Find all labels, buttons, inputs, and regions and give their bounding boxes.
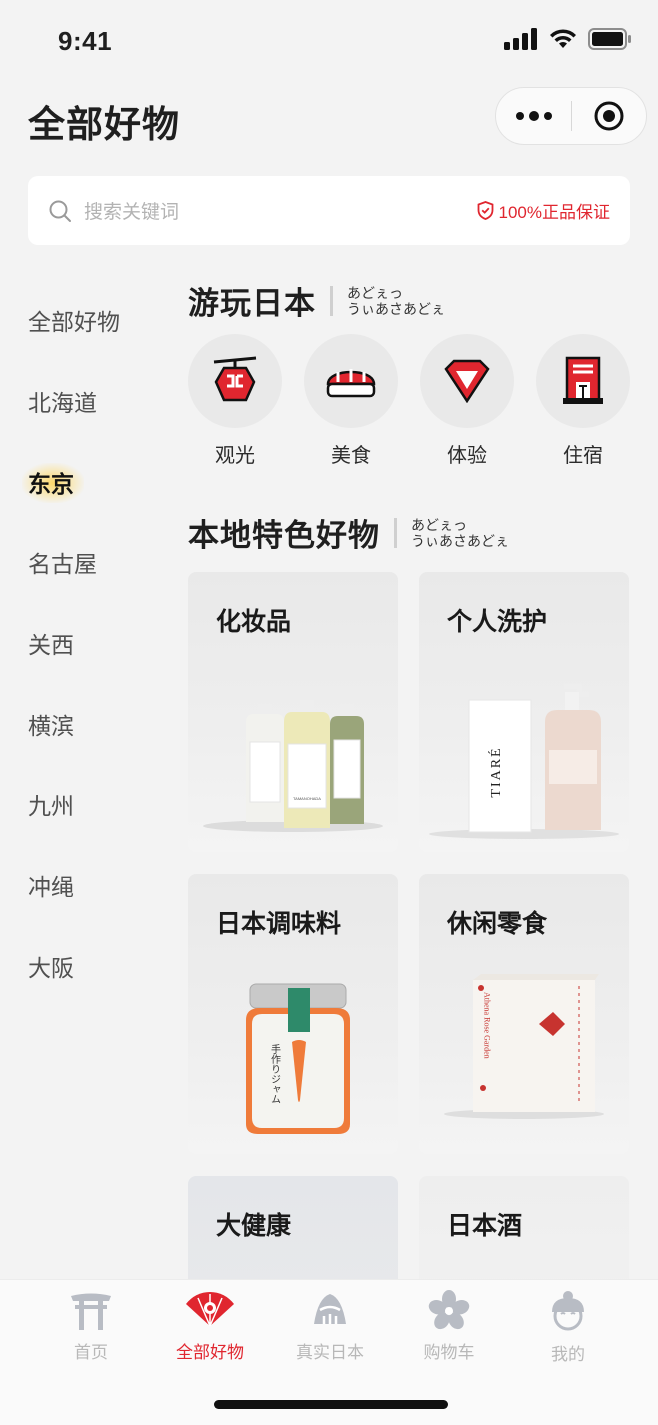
snack-brand-text: Athena Rose Garden xyxy=(483,992,492,1059)
tab-label: 我的 xyxy=(551,1345,585,1364)
product-title: 日本酒 xyxy=(447,1212,523,1240)
mountain-icon xyxy=(314,1294,346,1324)
section-divider xyxy=(394,517,397,548)
sidebar-item-okinawa[interactable]: 冲绳 xyxy=(0,845,170,926)
authenticity-badge: 100%正品保证 xyxy=(477,198,610,223)
section-travel-header: 游玩日本 あどぇっ うぃあさあどぇ xyxy=(188,278,445,323)
search-bar[interactable]: 搜索关键词 100%正品保证 xyxy=(28,176,630,245)
status-icons xyxy=(504,28,632,50)
category-lodging[interactable]: 住宿 xyxy=(536,334,630,468)
signal-icon xyxy=(504,28,537,50)
section-local-header: 本地特色好物 あどぇっ うぃあさあどぇ xyxy=(188,510,509,555)
sakura-icon xyxy=(428,1290,470,1330)
product-card-snacks[interactable]: 休闲零食 Athena Rose Garden xyxy=(419,874,629,1154)
search-icon xyxy=(49,200,71,222)
tab-cart[interactable]: 购物车 xyxy=(389,1290,509,1363)
jam-label-text: 手作りジャム xyxy=(269,1043,281,1104)
product-card-personal-care[interactable]: 个人洗护 TIARÉ xyxy=(419,572,629,852)
fan-icon xyxy=(186,1292,234,1327)
tab-home[interactable]: 首页 xyxy=(31,1290,151,1363)
product-card-cosmetics[interactable]: 化妆品 TAMANOHADA xyxy=(188,572,398,852)
tab-label: 首页 xyxy=(74,1343,108,1362)
status-bar: 9:41 xyxy=(0,0,658,80)
tiare-box-text: TIARÉ xyxy=(487,746,504,797)
tab-real-japan[interactable]: 真实日本 xyxy=(270,1290,390,1363)
product-title: 休闲零食 xyxy=(447,910,548,938)
hotel-icon xyxy=(536,334,630,428)
status-time: 9:41 xyxy=(58,26,113,56)
page-title: 全部好物 xyxy=(28,104,180,145)
more-button[interactable] xyxy=(496,88,571,144)
category-label: 观光 xyxy=(215,445,255,467)
sidebar-item-kyushu[interactable]: 九州 xyxy=(0,764,170,845)
region-sidebar: 全部好物 北海道 东京 名古屋 关西 横滨 九州 冲绳 大阪 xyxy=(0,280,170,1006)
category-label: 住宿 xyxy=(563,445,603,467)
tab-label: 全部好物 xyxy=(176,1343,244,1362)
torii-icon xyxy=(71,1293,111,1330)
product-card-seasoning[interactable]: 日本调味料 手作りジャム xyxy=(188,874,398,1154)
category-food[interactable]: 美食 xyxy=(304,334,398,468)
close-miniprogram-button[interactable] xyxy=(572,88,646,144)
gem-icon xyxy=(420,334,514,428)
product-grid: 化妆品 TAMANOHADA 个人洗护 TIARÉ 日本调味料 手作りジャム 休… xyxy=(188,572,630,1279)
home-indicator xyxy=(214,1400,448,1409)
tab-mine[interactable]: 我的 xyxy=(508,1290,628,1365)
category-label: 体验 xyxy=(447,445,487,467)
sidebar-item-all[interactable]: 全部好物 xyxy=(0,280,170,361)
sidebar-item-yokohama[interactable]: 横滨 xyxy=(0,683,170,764)
section-title: 游玩日本 xyxy=(188,286,316,321)
wifi-icon xyxy=(550,29,576,48)
section-kana: あどぇっ うぃあさあどぇ xyxy=(411,516,509,549)
sidebar-item-tokyo[interactable]: 东京 xyxy=(0,441,170,522)
product-title: 日本调味料 xyxy=(216,910,342,938)
bottle-brand-text: TAMANOHADA xyxy=(293,796,321,801)
product-title: 大健康 xyxy=(216,1212,292,1240)
sidebar-item-osaka[interactable]: 大阪 xyxy=(0,926,170,1007)
guarantee-text: 100%正品保证 xyxy=(498,203,610,222)
tab-label: 真实日本 xyxy=(296,1343,364,1362)
shield-check-icon xyxy=(477,201,493,220)
section-divider xyxy=(330,285,333,316)
category-label: 美食 xyxy=(331,445,371,467)
category-row: 观光 美食 体验 住宿 xyxy=(188,334,630,468)
section-title: 本地特色好物 xyxy=(188,518,380,553)
tab-all-goods[interactable]: 全部好物 xyxy=(150,1290,270,1363)
more-dot-icon xyxy=(528,111,539,121)
product-card-health[interactable]: 大健康 xyxy=(188,1176,398,1279)
product-title: 化妆品 xyxy=(216,608,292,636)
more-dot-icon xyxy=(543,112,552,120)
more-dot-icon xyxy=(515,112,524,120)
battery-icon xyxy=(588,28,631,50)
sidebar-item-nagoya[interactable]: 名古屋 xyxy=(0,522,170,603)
ropeway-icon xyxy=(188,334,282,428)
tab-label: 购物车 xyxy=(423,1343,475,1362)
category-experience[interactable]: 体验 xyxy=(420,334,514,468)
mini-program-capsule xyxy=(495,87,647,145)
geisha-icon xyxy=(552,1291,584,1331)
sidebar-item-kansai[interactable]: 关西 xyxy=(0,603,170,684)
sushi-icon xyxy=(304,334,398,428)
search-input[interactable]: 搜索关键词 xyxy=(84,197,477,224)
section-kana: あどぇっ うぃあさあどぇ xyxy=(347,284,445,317)
product-title: 个人洗护 xyxy=(447,608,548,636)
sidebar-item-hokkaido[interactable]: 北海道 xyxy=(0,361,170,442)
target-icon xyxy=(594,101,624,131)
category-sightseeing[interactable]: 观光 xyxy=(188,334,282,468)
product-card-sake[interactable]: 日本酒 xyxy=(419,1176,629,1279)
